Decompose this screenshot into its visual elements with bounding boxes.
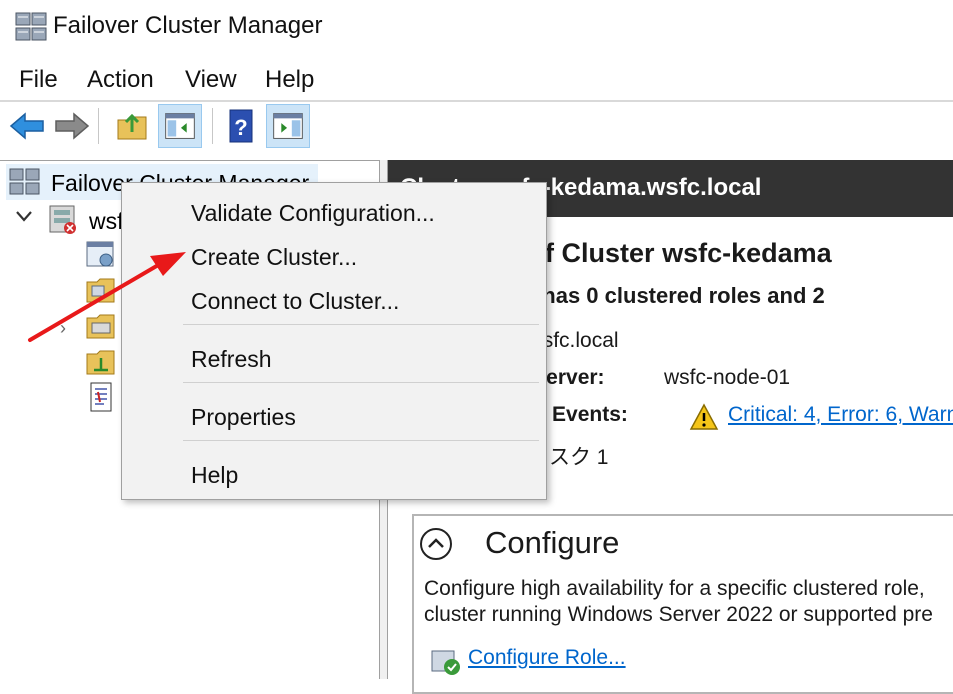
svg-text:?: ? [234,115,247,140]
menu-item-create-cluster[interactable]: Create Cluster... [191,244,357,271]
chevron-down-icon[interactable] [14,206,34,226]
up-folder-icon[interactable] [110,104,154,148]
menu-separator [183,440,539,441]
menu-item-validate-configuration[interactable]: Validate Configuration... [191,200,435,227]
cluster-icon [49,205,76,234]
chevron-right-icon[interactable]: › [60,318,66,339]
configure-description-line-1: Configure high availability for a specif… [424,577,925,600]
configure-description-line-2: cluster running Windows Server 2022 or s… [424,603,933,626]
forward-icon[interactable] [50,104,94,148]
show-hide-action-pane-icon[interactable] [266,104,310,148]
configure-title: Configure [485,525,620,560]
host-server-value: wsfc-node-01 [664,366,791,389]
menu-separator [183,324,539,325]
networks-icon[interactable] [84,344,118,378]
menu-item-refresh[interactable]: Refresh [191,346,272,373]
menu-item-connect-to-cluster[interactable]: Connect to Cluster... [191,288,399,315]
cluster-events-icon[interactable] [84,380,118,414]
nodes-icon[interactable] [84,272,118,306]
back-icon[interactable] [5,104,49,148]
menu-help[interactable]: Help [265,66,314,94]
menu-item-help[interactable]: Help [191,462,238,489]
toolbar-separator [98,108,99,144]
window-title: Failover Cluster Manager [53,12,323,39]
storage-icon[interactable] [84,308,118,342]
show-hide-console-tree-icon[interactable] [158,104,202,148]
help-icon[interactable]: ? [220,104,264,148]
toolbar-separator [212,108,213,144]
cluster-manager-icon [9,168,40,195]
cluster-events-link[interactable]: Critical: 4, Error: 6, Warn [728,403,953,427]
configure-role-link[interactable]: Configure Role... [468,646,626,670]
menu-action[interactable]: Action [87,66,154,94]
context-menu [121,182,547,500]
cluster-manager-app-icon [15,12,47,41]
collapse-up-icon[interactable] [418,526,454,562]
menu-item-properties[interactable]: Properties [191,404,296,431]
warning-icon [689,403,719,430]
menu-view[interactable]: View [185,66,237,94]
configure-role-icon [431,650,460,675]
menu-file[interactable]: File [19,66,58,94]
menu-separator [183,382,539,383]
roles-icon[interactable] [84,238,118,272]
